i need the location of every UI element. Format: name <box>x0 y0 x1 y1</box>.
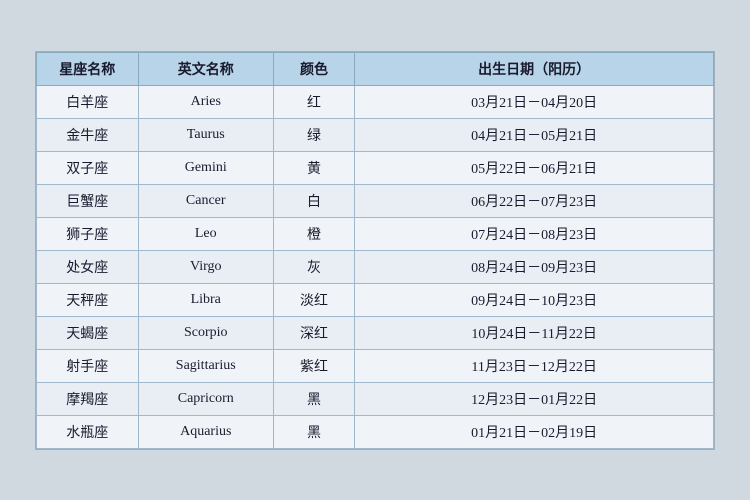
cell-chinese: 射手座 <box>37 349 139 382</box>
cell-color: 灰 <box>273 250 354 283</box>
cell-color: 绿 <box>273 118 354 151</box>
table-row: 摩羯座Capricorn黑12月23日－01月22日 <box>37 382 714 415</box>
cell-date: 05月22日－06月21日 <box>355 151 714 184</box>
table-row: 金牛座Taurus绿04月21日－05月21日 <box>37 118 714 151</box>
cell-english: Leo <box>138 217 273 250</box>
cell-chinese: 处女座 <box>37 250 139 283</box>
cell-date: 12月23日－01月22日 <box>355 382 714 415</box>
cell-english: Sagittarius <box>138 349 273 382</box>
cell-color: 深红 <box>273 316 354 349</box>
table-row: 双子座Gemini黄05月22日－06月21日 <box>37 151 714 184</box>
table-row: 白羊座Aries红03月21日－04月20日 <box>37 85 714 118</box>
cell-chinese: 狮子座 <box>37 217 139 250</box>
header-english: 英文名称 <box>138 52 273 85</box>
cell-color: 白 <box>273 184 354 217</box>
zodiac-table-container: 星座名称 英文名称 颜色 出生日期（阳历） 白羊座Aries红03月21日－04… <box>35 51 715 450</box>
cell-english: Taurus <box>138 118 273 151</box>
cell-chinese: 巨蟹座 <box>37 184 139 217</box>
table-row: 射手座Sagittarius紫红11月23日－12月22日 <box>37 349 714 382</box>
cell-chinese: 双子座 <box>37 151 139 184</box>
table-row: 狮子座Leo橙07月24日－08月23日 <box>37 217 714 250</box>
cell-chinese: 白羊座 <box>37 85 139 118</box>
cell-english: Scorpio <box>138 316 273 349</box>
cell-english: Gemini <box>138 151 273 184</box>
table-row: 水瓶座Aquarius黑01月21日－02月19日 <box>37 415 714 448</box>
cell-color: 紫红 <box>273 349 354 382</box>
cell-english: Capricorn <box>138 382 273 415</box>
table-row: 天秤座Libra淡红09月24日－10月23日 <box>37 283 714 316</box>
cell-chinese: 金牛座 <box>37 118 139 151</box>
cell-english: Aries <box>138 85 273 118</box>
header-color: 颜色 <box>273 52 354 85</box>
header-date: 出生日期（阳历） <box>355 52 714 85</box>
cell-date: 08月24日－09月23日 <box>355 250 714 283</box>
cell-date: 11月23日－12月22日 <box>355 349 714 382</box>
cell-color: 黑 <box>273 415 354 448</box>
cell-chinese: 天秤座 <box>37 283 139 316</box>
cell-date: 07月24日－08月23日 <box>355 217 714 250</box>
cell-date: 04月21日－05月21日 <box>355 118 714 151</box>
cell-chinese: 天蝎座 <box>37 316 139 349</box>
table-body: 白羊座Aries红03月21日－04月20日金牛座Taurus绿04月21日－0… <box>37 85 714 448</box>
table-row: 天蝎座Scorpio深红10月24日－11月22日 <box>37 316 714 349</box>
header-chinese: 星座名称 <box>37 52 139 85</box>
table-row: 巨蟹座Cancer白06月22日－07月23日 <box>37 184 714 217</box>
cell-english: Virgo <box>138 250 273 283</box>
cell-color: 橙 <box>273 217 354 250</box>
cell-date: 01月21日－02月19日 <box>355 415 714 448</box>
zodiac-table: 星座名称 英文名称 颜色 出生日期（阳历） 白羊座Aries红03月21日－04… <box>36 52 714 449</box>
cell-english: Aquarius <box>138 415 273 448</box>
table-header-row: 星座名称 英文名称 颜色 出生日期（阳历） <box>37 52 714 85</box>
cell-color: 淡红 <box>273 283 354 316</box>
cell-date: 03月21日－04月20日 <box>355 85 714 118</box>
cell-date: 09月24日－10月23日 <box>355 283 714 316</box>
cell-chinese: 摩羯座 <box>37 382 139 415</box>
cell-english: Cancer <box>138 184 273 217</box>
cell-date: 10月24日－11月22日 <box>355 316 714 349</box>
cell-english: Libra <box>138 283 273 316</box>
cell-chinese: 水瓶座 <box>37 415 139 448</box>
cell-date: 06月22日－07月23日 <box>355 184 714 217</box>
cell-color: 黄 <box>273 151 354 184</box>
cell-color: 红 <box>273 85 354 118</box>
table-row: 处女座Virgo灰08月24日－09月23日 <box>37 250 714 283</box>
cell-color: 黑 <box>273 382 354 415</box>
